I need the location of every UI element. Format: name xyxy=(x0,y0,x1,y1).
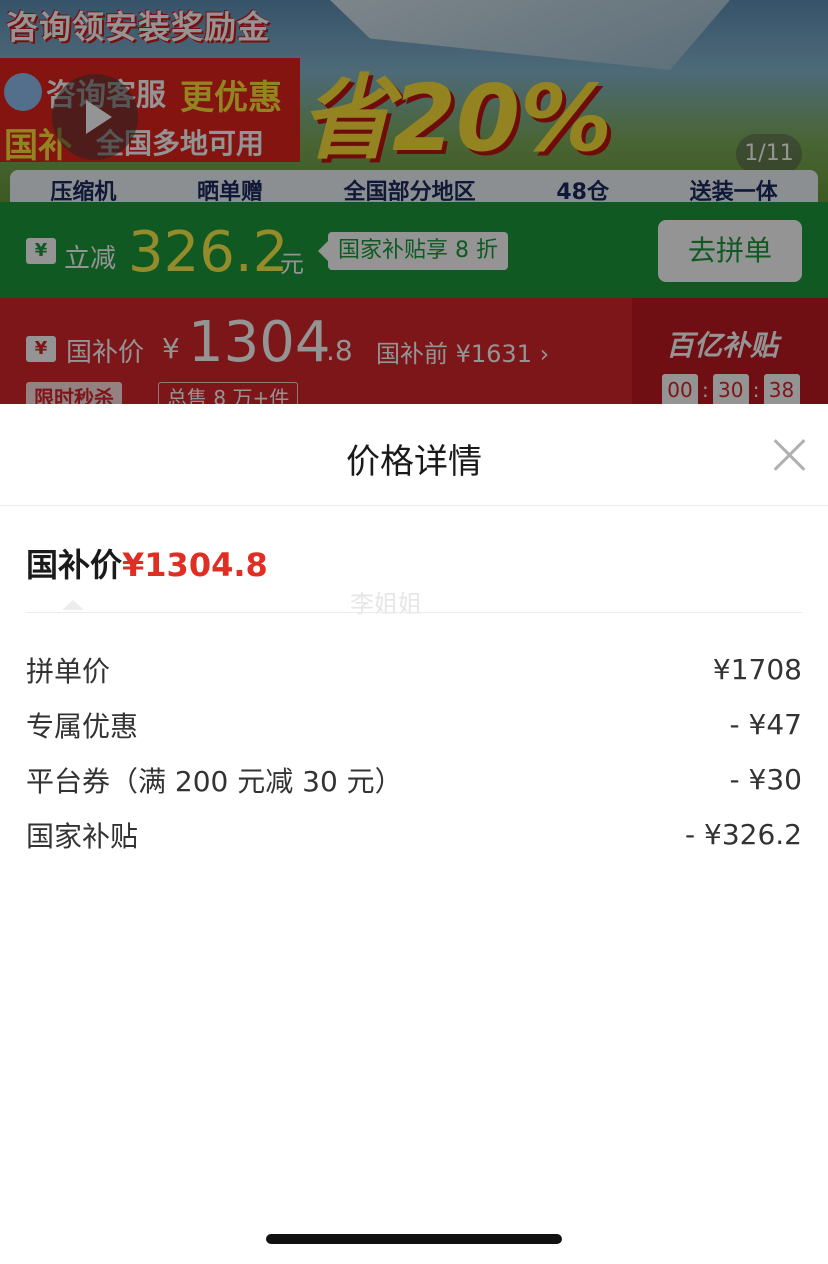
price-row-national-subsidy: 国家补贴 - ¥326.2 xyxy=(26,807,802,862)
price-breakdown-list: 拼单价 ¥1708 专属优惠 - ¥47 平台券（满 200 元减 30 元） … xyxy=(26,642,802,862)
row-value: - ¥47 xyxy=(729,708,802,741)
subsidy-price-summary: 国补价¥1304.8 xyxy=(26,540,268,586)
row-value: - ¥326.2 xyxy=(685,818,802,851)
close-icon[interactable] xyxy=(768,434,810,476)
row-label: 国家补贴 xyxy=(26,819,139,853)
summary-pointer xyxy=(62,600,84,610)
row-value: ¥1708 xyxy=(712,653,802,686)
home-indicator[interactable] xyxy=(266,1234,562,1244)
row-label: 专属优惠 xyxy=(26,709,139,743)
price-row-platform-coupon: 平台券（满 200 元减 30 元） - ¥30 xyxy=(26,752,802,807)
row-label: 拼单价 xyxy=(26,654,111,688)
sheet-title: 价格详情 xyxy=(346,442,482,482)
modal-backdrop[interactable] xyxy=(0,0,828,404)
price-detail-sheet: 价格详情 国补价¥1304.8 李姐姐 拼单价 ¥1708 专属优惠 - ¥47… xyxy=(0,404,828,1264)
summary-price: ¥1304.8 xyxy=(122,546,268,584)
watermark: 李姐姐 xyxy=(350,590,422,618)
price-row-exclusive-discount: 专属优惠 - ¥47 xyxy=(26,697,802,752)
row-label: 平台券（满 200 元减 30 元） xyxy=(26,764,403,798)
price-row-group-price: 拼单价 ¥1708 xyxy=(26,642,802,697)
row-value: - ¥30 xyxy=(729,763,802,796)
product-page-background: 咨询领安装奖励金 咨询客服 更优惠 国补 全国多地可用 省20% 1/11 压缩… xyxy=(0,0,828,404)
divider xyxy=(26,612,802,613)
summary-label: 国补价 xyxy=(26,546,123,584)
sheet-header: 价格详情 xyxy=(0,404,828,506)
